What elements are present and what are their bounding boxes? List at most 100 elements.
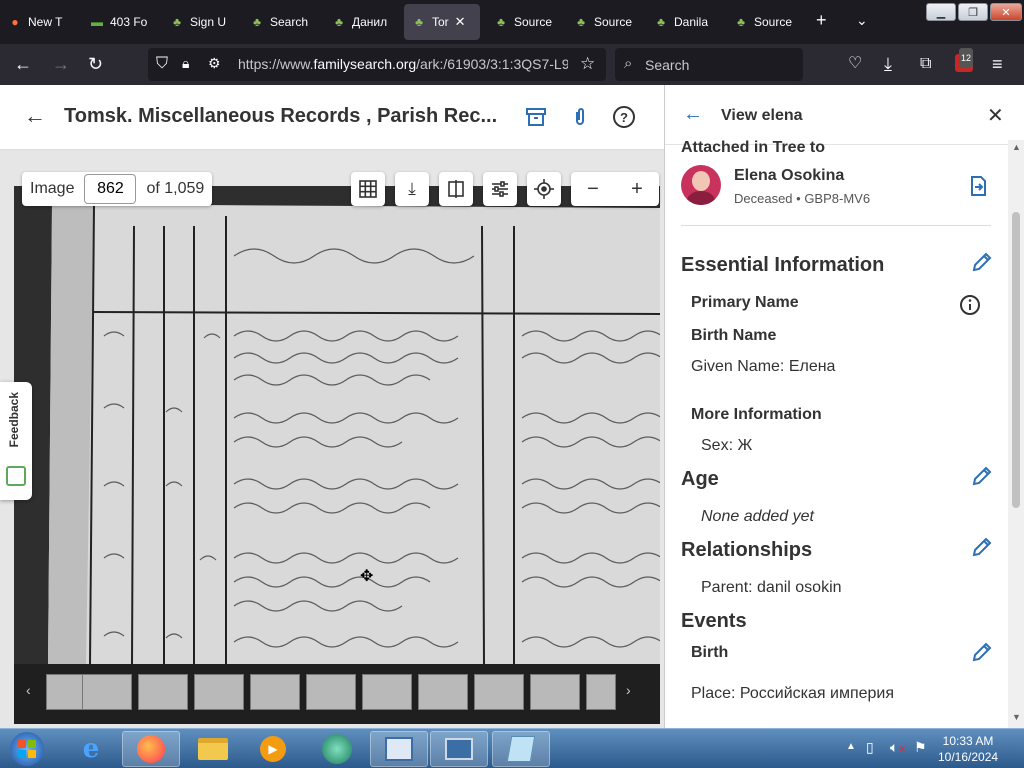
reload-icon[interactable]: ↻	[88, 54, 103, 74]
birth-place-value: Place: Российская империя	[691, 685, 895, 702]
archive-icon[interactable]	[524, 105, 548, 129]
downloads-icon[interactable]: ⤓	[884, 54, 892, 74]
ledger-page-image	[14, 186, 660, 664]
permissions-icon[interactable]: ⚙	[208, 55, 221, 72]
file-explorer-icon[interactable]	[184, 731, 242, 767]
filmstrip-thumbnail[interactable]	[250, 674, 300, 710]
filmstrip-thumbnail[interactable]	[530, 674, 580, 710]
panel-back-icon[interactable]: ←	[683, 103, 703, 126]
browser-nav-bar: ← → ↻ ⛉ 🔒︎ ⚙ https://www.familysearch.or…	[0, 44, 1024, 85]
forward-icon[interactable]: →	[52, 54, 70, 74]
divider	[681, 225, 991, 226]
page-title: Tomsk. Miscellaneous Records , Parish Re…	[64, 105, 498, 127]
bookmark-star-icon[interactable]: ☆	[580, 54, 595, 74]
lock-icon[interactable]: 🔒︎	[182, 55, 189, 72]
filmstrip-next-icon[interactable]: ›	[626, 682, 631, 698]
zoom-in-icon[interactable]: +	[631, 178, 643, 201]
internet-explorer-icon[interactable]: e	[62, 731, 120, 767]
close-tab-icon[interactable]: ✕	[455, 14, 466, 30]
filmstrip-thumbnail[interactable]	[586, 674, 616, 710]
locate-icon[interactable]	[527, 172, 561, 206]
browser-tab[interactable]: ♣ Данил	[332, 4, 398, 40]
maximize-window-button[interactable]: ❐	[958, 3, 988, 21]
search-box[interactable]: ⌕ Search	[615, 48, 803, 81]
network-tray-icon[interactable]: ▯	[866, 739, 874, 756]
start-button[interactable]	[4, 731, 50, 767]
scroll-thumb[interactable]	[1012, 212, 1020, 508]
browser-tab[interactable]: ♣ Source	[494, 4, 560, 40]
browser-tab[interactable]: ♣ Search	[250, 4, 316, 40]
close-window-button[interactable]: ✕	[990, 3, 1022, 21]
edit-birth-pencil-icon[interactable]	[971, 641, 993, 663]
action-center-flag-icon[interactable]: ⚑	[914, 739, 927, 756]
zoom-controls: − +	[571, 172, 659, 206]
zoom-out-icon[interactable]: −	[587, 178, 599, 201]
attachment-icon[interactable]	[568, 105, 592, 129]
browser-tab[interactable]: ♣ Source	[734, 4, 800, 40]
attached-label: Attached in Tree to	[681, 139, 826, 156]
edit-relationships-pencil-icon[interactable]	[971, 536, 993, 558]
extensions-icon[interactable]: ⧉	[920, 54, 931, 74]
minimize-window-button[interactable]: ▁	[926, 3, 956, 21]
extension-icon[interactable]: 12	[955, 48, 974, 78]
filmstrip-thumbnail[interactable]	[194, 674, 244, 710]
help-icon[interactable]: ?	[612, 105, 636, 129]
record-image[interactable]: ✥	[14, 186, 660, 664]
browser-tab-active[interactable]: ♣ Tor ✕	[404, 4, 480, 40]
network-computer-icon[interactable]	[430, 731, 488, 767]
feedback-tab[interactable]: Feedback	[0, 382, 32, 500]
svg-text:?: ?	[620, 110, 628, 125]
filmstrip-thumbnail[interactable]	[474, 674, 524, 710]
tree-icon: ♣	[253, 15, 261, 29]
person-record-icon[interactable]	[967, 175, 989, 197]
show-hidden-icons-icon[interactable]: ▲	[846, 741, 856, 752]
panel-scrollbar[interactable]: ▲ ▼	[1008, 140, 1024, 728]
more-info-label: More Information	[691, 406, 822, 423]
browser-tab[interactable]: ♣ Danila	[654, 4, 720, 40]
shield-icon[interactable]: ⛉	[156, 55, 168, 73]
system-clock[interactable]: 10:33 AM 10/16/2024	[938, 733, 998, 765]
pocket-icon[interactable]: ♡	[848, 54, 862, 74]
close-panel-icon[interactable]: ✕	[987, 103, 1004, 128]
info-icon[interactable]	[959, 294, 981, 316]
back-icon[interactable]: ←	[14, 54, 32, 74]
browser-tab[interactable]: ▬ 403 Fo	[90, 4, 156, 40]
control-panel-icon[interactable]	[370, 731, 428, 767]
firefox-taskbar-icon[interactable]	[122, 731, 180, 767]
volume-tray-icon[interactable]: 🔈︎✕	[890, 739, 906, 756]
edit-age-pencil-icon[interactable]	[971, 465, 993, 487]
person-name-link[interactable]: Elena Osokina	[734, 167, 844, 185]
filmstrip-thumbnail[interactable]	[306, 674, 356, 710]
notepad-icon[interactable]	[492, 731, 550, 767]
edit-essential-pencil-icon[interactable]	[971, 251, 993, 273]
feedback-icon	[6, 466, 26, 486]
gallery-grid-icon[interactable]	[351, 172, 385, 206]
url-text[interactable]: https://www.familysearch.org/ark:/61903/…	[238, 56, 568, 72]
browser-tab[interactable]: ● New T	[8, 4, 74, 40]
filmstrip-thumbnail[interactable]	[418, 674, 468, 710]
filmstrip: ‹ ›	[14, 664, 660, 724]
download-icon[interactable]: ⤓	[395, 172, 429, 206]
person-detail-panel: ← View elena ✕ Attached in Tree to Elena…	[664, 85, 1024, 728]
media-player-icon[interactable]: ▶	[244, 731, 302, 767]
app-globe-icon[interactable]	[308, 731, 366, 767]
given-name-value: Given Name: Елена	[691, 358, 836, 375]
adjust-sliders-icon[interactable]	[483, 172, 517, 206]
list-tabs-chevron-icon[interactable]: ⌄	[856, 10, 868, 30]
address-bar[interactable]: ⛉ 🔒︎ ⚙ https://www.familysearch.org/ark:…	[148, 48, 606, 81]
filmstrip-prev-icon[interactable]: ‹	[26, 682, 31, 698]
tree-icon: ♣	[497, 15, 505, 29]
filmstrip-thumbnail[interactable]	[362, 674, 412, 710]
age-heading: Age	[681, 468, 719, 490]
new-tab-icon[interactable]: +	[816, 10, 827, 30]
filmstrip-thumbnail[interactable]	[138, 674, 188, 710]
compare-icon[interactable]	[439, 172, 473, 206]
browser-tab[interactable]: ♣ Sign U	[170, 4, 236, 40]
scroll-down-icon[interactable]: ▼	[1012, 712, 1021, 722]
back-arrow-icon[interactable]: ←	[24, 103, 46, 129]
scroll-up-icon[interactable]: ▲	[1012, 142, 1021, 152]
image-number-input[interactable]	[84, 174, 137, 204]
filmstrip-thumbnail[interactable]	[82, 674, 132, 710]
menu-icon[interactable]: ≡	[992, 54, 1003, 74]
browser-tab[interactable]: ♣ Source	[574, 4, 640, 40]
